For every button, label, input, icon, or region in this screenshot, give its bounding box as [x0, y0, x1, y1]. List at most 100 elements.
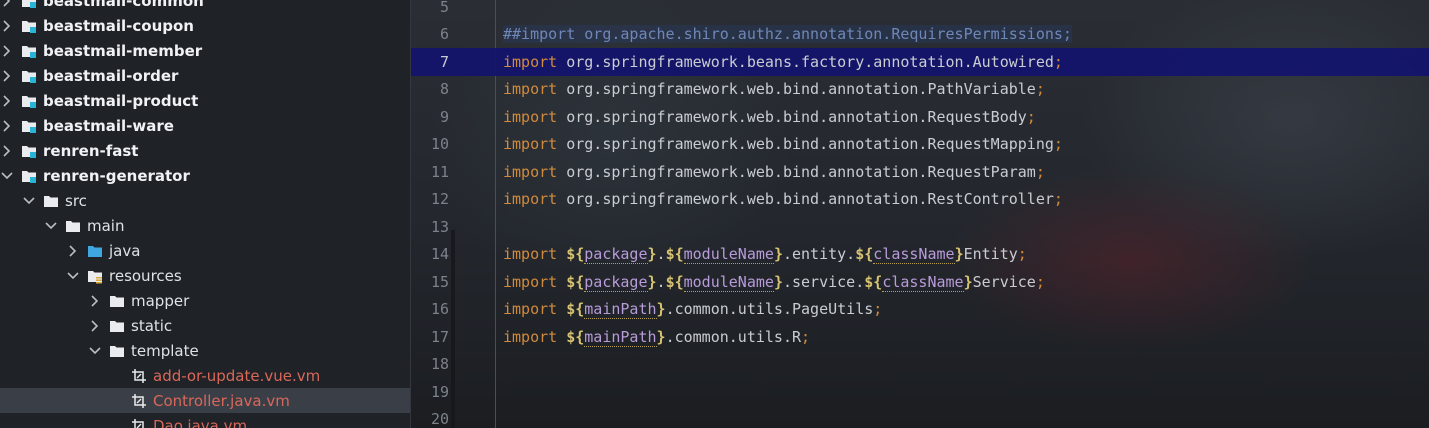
velocity-file-icon — [131, 393, 147, 409]
tree-item-resources[interactable]: resources — [0, 263, 410, 288]
code-token: org.springframework.web.bind.annotation.… — [557, 190, 1054, 209]
tree-item-renren-fast[interactable]: renren-fast — [0, 138, 410, 163]
code-token: ${ — [566, 300, 585, 319]
tree-item-label: template — [131, 341, 199, 360]
code-line[interactable]: 13 — [411, 213, 1429, 241]
tree-item-beastmail-product[interactable]: beastmail-product — [0, 88, 410, 113]
code-line[interactable]: 14 import ${package}.${moduleName}.entity… — [411, 241, 1429, 269]
code-token: .service. — [782, 272, 865, 291]
code-line[interactable]: 11 import org.springframework.web.bind.an… — [411, 158, 1429, 186]
tree-item-renren-generator[interactable]: renren-generator — [0, 163, 410, 188]
code-line[interactable]: 17 import ${mainPath}.common.utils.R; — [411, 323, 1429, 351]
chevron-down-icon[interactable] — [1, 170, 13, 182]
tree-item-label: beastmail-coupon — [43, 16, 194, 35]
tree-item-beastmail-order[interactable]: beastmail-order — [0, 63, 410, 88]
tree-item-beastmail-member[interactable]: beastmail-member — [0, 38, 410, 63]
tree-item-main[interactable]: main — [0, 213, 410, 238]
code-token: org.springframework.web.bind.annotation.… — [557, 107, 1027, 126]
chevron-right-icon[interactable] — [1, 119, 13, 132]
code-token: ; — [1053, 190, 1063, 209]
code-token: import — [503, 162, 558, 181]
code-token: } — [963, 272, 973, 291]
code-token: package — [584, 272, 648, 292]
folder-icon — [43, 193, 59, 209]
code-token: ${ — [566, 327, 585, 346]
tree-item-beastmail-ware[interactable]: beastmail-ware — [0, 113, 410, 138]
code-line[interactable]: 8 import org.springframework.web.bind.ann… — [411, 76, 1429, 104]
module-folder-icon — [21, 93, 37, 109]
tree-item-mapper[interactable]: mapper — [0, 288, 410, 313]
chevron-right-icon[interactable] — [1, 44, 13, 57]
code-token: .common.utils.R — [665, 327, 802, 346]
code-token: import — [503, 135, 558, 154]
code-token: . — [656, 272, 666, 291]
tree-item-controller-java-vm[interactable]: Controller.java.vm — [0, 388, 410, 413]
code-line[interactable]: 16 import ${mainPath}.common.utils.PageUt… — [411, 296, 1429, 324]
code-line[interactable]: 5 — [411, 0, 1429, 21]
line-number: 9 — [439, 107, 449, 126]
chevron-right-icon[interactable] — [1, 94, 13, 107]
folder-icon — [109, 343, 125, 359]
chevron-right-icon[interactable] — [1, 144, 13, 157]
code-line[interactable]: 19 — [411, 378, 1429, 406]
code-text: import org.springframework.web.bind.anno… — [503, 163, 1045, 181]
code-token: import — [503, 190, 558, 209]
code-text: import org.springframework.web.bind.anno… — [503, 135, 1063, 153]
code-line[interactable]: 20 — [411, 406, 1429, 428]
tree-item-template[interactable]: template — [0, 338, 410, 363]
chevron-down-icon[interactable] — [23, 195, 35, 207]
tree-item-beastmail-common[interactable]: beastmail-common — [0, 0, 410, 13]
line-number: 15 — [430, 272, 449, 291]
tree-item-add-or-update-vue-vm[interactable]: add-or-update.vue.vm — [0, 363, 410, 388]
code-token: ${ — [665, 272, 684, 291]
tree-item-label: src — [65, 191, 87, 210]
code-line[interactable]: 9 import org.springframework.web.bind.ann… — [411, 103, 1429, 131]
tree-item-label: static — [131, 316, 173, 335]
chevron-right-icon[interactable] — [1, 0, 13, 7]
code-token: ; — [1017, 245, 1027, 264]
chevron-right-icon[interactable] — [1, 19, 13, 32]
code-token: org.springframework.web.bind.annotation.… — [557, 135, 1054, 154]
tree-item-src[interactable]: src — [0, 188, 410, 213]
code-token: className — [882, 272, 964, 292]
code-token: org.springframework.beans.factory.annota… — [557, 52, 1054, 71]
code-line[interactable]: 10 import org.springframework.web.bind.an… — [411, 131, 1429, 159]
module-folder-icon — [21, 143, 37, 159]
code-line[interactable]: 15 import ${package}.${moduleName}.servic… — [411, 268, 1429, 296]
tree-item-label: mapper — [131, 291, 190, 310]
chevron-down-icon[interactable] — [89, 345, 101, 357]
chevron-right-icon[interactable] — [67, 244, 79, 257]
chevron-right-icon[interactable] — [89, 319, 101, 332]
code-token: ${ — [566, 245, 585, 264]
code-line[interactable]: 12 import org.springframework.web.bind.an… — [411, 186, 1429, 214]
line-number: 20 — [430, 410, 449, 428]
code-line[interactable]: 18 — [411, 351, 1429, 379]
code-text: import org.springframework.web.bind.anno… — [503, 190, 1063, 208]
code-token: } — [954, 245, 964, 264]
line-number: 16 — [430, 300, 449, 319]
code-line[interactable]: 6 ##import org.apache.shiro.authz.annotat… — [411, 21, 1429, 49]
code-token: package — [584, 245, 648, 265]
line-number: 12 — [430, 190, 449, 209]
code-editor[interactable]: 5 6 ##import org.apache.shiro.authz.annota… — [411, 0, 1429, 428]
tree-item-label: main — [87, 216, 125, 235]
code-token: ; — [1035, 162, 1045, 181]
code-token: import — [503, 300, 558, 319]
tree-item-dao-java-vm[interactable]: Dao.java.vm — [0, 413, 410, 428]
current-code-line[interactable]: 7 import org.springframework.beans.factor… — [411, 48, 1429, 76]
chevron-right-icon[interactable] — [1, 69, 13, 82]
tree-item-beastmail-coupon[interactable]: beastmail-coupon — [0, 13, 410, 38]
code-token: import — [503, 327, 558, 346]
code-text: import org.springframework.web.bind.anno… — [503, 80, 1045, 98]
code-token: import — [503, 107, 558, 126]
code-token: moduleName — [683, 272, 774, 292]
tree-item-java[interactable]: java — [0, 238, 410, 263]
chevron-right-icon[interactable] — [89, 294, 101, 307]
tree-item-static[interactable]: static — [0, 313, 410, 338]
code-token: Entity — [963, 245, 1018, 264]
chevron-down-icon[interactable] — [45, 220, 57, 232]
chevron-down-icon[interactable] — [67, 270, 79, 282]
